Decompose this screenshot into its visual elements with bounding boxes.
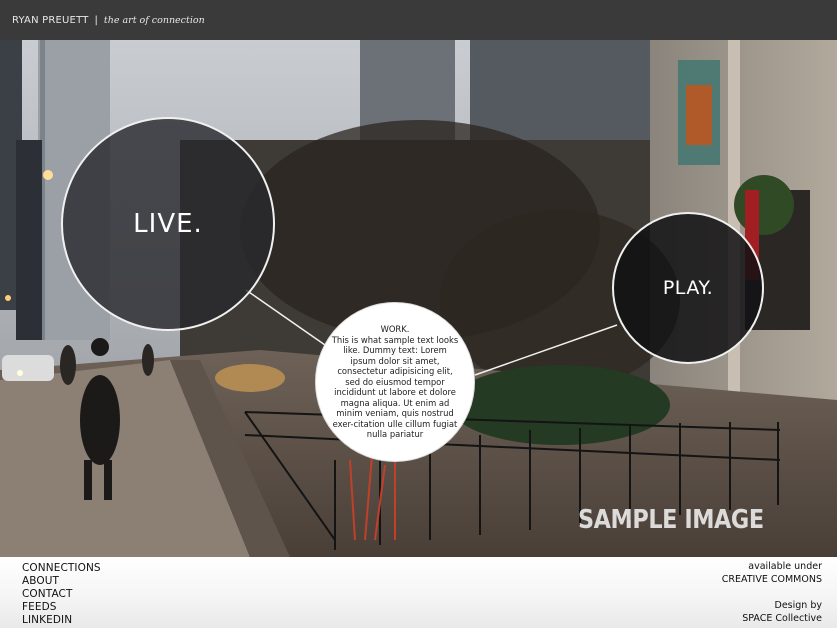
header-separator: | — [94, 14, 98, 26]
play-circle[interactable]: PLAY. — [612, 212, 764, 364]
credits: available under CREATIVE COMMONS Design … — [722, 561, 822, 625]
designer-link[interactable]: SPACE Collective — [722, 613, 822, 626]
credits-spacer — [722, 586, 822, 600]
header-bar: RYAN PREUETT | the art of connection — [0, 0, 837, 40]
play-label: PLAY. — [662, 277, 714, 299]
work-circle[interactable]: WORK. This is what sample text looks lik… — [315, 302, 475, 462]
nav-connections[interactable]: CONNECTIONS — [22, 562, 101, 575]
work-title: WORK. — [380, 324, 410, 335]
site-tagline: the art of connection — [103, 14, 205, 26]
live-label: LIVE. — [133, 209, 203, 239]
footer-nav: CONNECTIONS ABOUT CONTACT FEEDS LINKEDIN — [22, 562, 101, 627]
design-by-label: Design by — [774, 600, 822, 611]
nav-about[interactable]: ABOUT — [22, 575, 101, 588]
live-circle[interactable]: LIVE. — [61, 117, 275, 331]
nav-contact[interactable]: CONTACT — [22, 588, 101, 601]
sample-image-watermark: SAMPLE IMAGE — [578, 505, 764, 535]
license-link[interactable]: CREATIVE COMMONS — [722, 574, 822, 587]
nav-feeds[interactable]: FEEDS — [22, 601, 101, 614]
site-name[interactable]: RYAN PREUETT — [12, 15, 89, 26]
nav-linkedin[interactable]: LINKEDIN — [22, 614, 101, 627]
work-body-text: This is what sample text looks like. Dum… — [331, 334, 459, 440]
license-note: available under — [748, 561, 822, 572]
footer: CONNECTIONS ABOUT CONTACT FEEDS LINKEDIN… — [0, 557, 837, 628]
